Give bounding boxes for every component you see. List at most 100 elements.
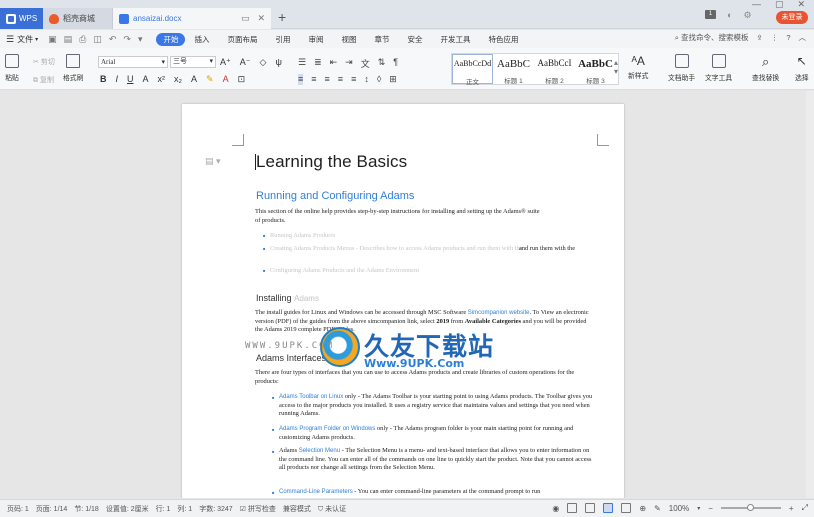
undo-icon[interactable]: ↶	[109, 34, 117, 45]
shrink-font-icon[interactable]: A⁻	[240, 57, 251, 68]
export-pdf-icon[interactable]: ▤	[64, 34, 73, 45]
find-replace-button[interactable]: ⌕ 查找替换	[752, 54, 779, 82]
monitor-icon[interactable]: ▭	[241, 13, 250, 24]
bullet-list-icon[interactable]: ☰	[298, 57, 306, 70]
align-center-icon[interactable]: ≡	[311, 74, 316, 85]
outline-view-icon[interactable]	[567, 503, 578, 513]
line-spacing-icon[interactable]: ↕	[364, 74, 369, 85]
subscript-icon[interactable]: x₂	[174, 74, 182, 85]
chevron-down-icon[interactable]: ▾	[697, 505, 700, 512]
text-effect-icon[interactable]: A	[191, 74, 197, 85]
collapse-ribbon-icon[interactable]: ︿	[799, 32, 807, 43]
font-name-select[interactable]: Arial ▾	[98, 56, 168, 68]
chinese-layout-icon[interactable]: 文	[361, 57, 370, 70]
style-heading-2[interactable]: AaBbCcI 标题 2	[534, 54, 575, 85]
tab-home[interactable]: 开始	[156, 32, 186, 46]
zoom-out-icon[interactable]: −	[708, 504, 713, 513]
select-button[interactable]: ↖ 选择	[795, 54, 809, 82]
numbered-list-icon[interactable]: ≣	[314, 57, 322, 70]
fit-icon[interactable]: ⤢	[802, 503, 808, 513]
new-style-button[interactable]: ᴬA 新样式	[628, 54, 648, 80]
sort-icon[interactable]: ⇅	[378, 57, 386, 70]
badge-icon[interactable]: 1	[705, 10, 716, 19]
toolbar-linux-link[interactable]: Adams Toolbar on Linux	[279, 394, 343, 400]
doc-assistant-button[interactable]: 文档助手	[668, 54, 695, 82]
zoom-slider[interactable]	[720, 504, 781, 511]
superscript-icon[interactable]: x²	[158, 74, 166, 85]
underline-icon[interactable]: U	[127, 74, 134, 85]
program-folder-link[interactable]: Adams Program Folder on Windows	[279, 426, 375, 432]
search-command[interactable]: ⌕ 查找命令、搜索模板	[675, 32, 749, 43]
more-icon[interactable]: ⋮	[771, 33, 779, 42]
tab-page-layout[interactable]: 页面布局	[218, 33, 266, 46]
simcompanion-link[interactable]: Simcompanion website	[468, 310, 530, 316]
distribute-icon[interactable]: ≡	[351, 74, 356, 85]
help-icon[interactable]: ?	[786, 33, 790, 42]
redo-icon[interactable]: ↷	[123, 34, 131, 45]
tab-document[interactable]: ansaizai.docx ▭ ✕	[113, 8, 271, 29]
dropdown-icon[interactable]: ▾	[138, 34, 143, 45]
tab-review[interactable]: 审阅	[299, 33, 332, 46]
pinyin-icon[interactable]: ψ	[275, 57, 281, 68]
tab-docer-store[interactable]: 稻壳商城	[43, 8, 113, 29]
justify-icon[interactable]: ≡	[338, 74, 343, 85]
command-line-link[interactable]: Command-Line Parameters	[279, 489, 353, 495]
grow-font-icon[interactable]: A⁺	[220, 57, 231, 68]
document-page[interactable]: ▤ ▾ Learning the Basics Running and Conf…	[182, 104, 624, 498]
tab-features[interactable]: 特色应用	[479, 33, 527, 46]
zoom-value[interactable]: 100%	[669, 504, 689, 513]
strikethrough-icon[interactable]: A	[143, 74, 149, 85]
italic-icon[interactable]: I	[116, 74, 119, 85]
paste-button[interactable]: 粘贴	[5, 54, 19, 82]
tab-security[interactable]: 安全	[398, 33, 431, 46]
print-icon[interactable]: ⎙	[79, 34, 86, 45]
zoom-in-icon[interactable]: +	[789, 504, 794, 513]
selection-menu-link[interactable]: Selection Menu	[299, 448, 340, 454]
font-color-icon[interactable]: A	[223, 74, 229, 85]
wps-home-tab[interactable]: WPS	[0, 8, 43, 29]
copy-button[interactable]: ⧉ 复制	[33, 75, 54, 85]
borders-icon[interactable]: ⊞	[389, 74, 397, 85]
style-heading-3[interactable]: AaBbC 标题 3	[575, 54, 616, 85]
minimize-icon[interactable]: —	[752, 0, 761, 9]
spell-check[interactable]: ☑ 拼写检查	[240, 504, 276, 514]
increase-indent-icon[interactable]: ⇥	[345, 57, 353, 70]
format-painter-button[interactable]: 格式刷	[63, 54, 83, 82]
clear-format-icon[interactable]: ◇	[260, 57, 267, 68]
shading-icon[interactable]: ◊	[377, 74, 381, 85]
tab-references[interactable]: 引用	[266, 33, 299, 46]
maximize-icon[interactable]: ▢	[775, 0, 784, 9]
pen-icon[interactable]: ✎	[654, 504, 661, 513]
cut-button[interactable]: ✂ 剪切	[33, 57, 55, 67]
new-tab-button[interactable]: +	[278, 9, 286, 25]
vertical-scrollbar[interactable]	[806, 91, 814, 498]
char-border-icon[interactable]: ⊡	[238, 74, 246, 85]
tab-chapter[interactable]: 章节	[365, 33, 398, 46]
paragraph-handle-icon[interactable]: ▤ ▾	[205, 156, 221, 167]
highlight-icon[interactable]: ✎	[206, 74, 214, 85]
login-button[interactable]: 未登录	[776, 11, 808, 24]
style-heading-1[interactable]: AaBbC 标题 1	[493, 54, 534, 85]
web-view-icon[interactable]: ⊕	[639, 504, 646, 513]
status-words[interactable]: 字数: 3247	[199, 504, 232, 514]
bold-icon[interactable]: B	[100, 74, 107, 85]
document-area[interactable]: ▤ ▾ Learning the Basics Running and Conf…	[0, 91, 814, 498]
zoom-knob[interactable]	[747, 504, 755, 511]
align-right-icon[interactable]: ≡	[325, 74, 330, 85]
full-screen-view-icon[interactable]	[585, 503, 596, 513]
eye-icon[interactable]: ◉	[552, 504, 559, 513]
close-window-icon[interactable]: ✕	[798, 0, 806, 9]
share-icon[interactable]: ⇪	[757, 33, 763, 42]
settings-icon[interactable]: ⚙	[743, 10, 751, 21]
text-tools-button[interactable]: 文字工具	[705, 54, 732, 82]
reading-view-icon[interactable]	[621, 503, 632, 513]
style-normal[interactable]: AaBbCcDd 正文	[452, 54, 493, 86]
status-pages[interactable]: 页面: 1/14	[36, 504, 68, 514]
show-marks-icon[interactable]: ¶	[393, 57, 398, 70]
page-view-icon[interactable]	[603, 503, 614, 513]
auth-status[interactable]: ⛉ 未认证	[318, 504, 346, 514]
file-menu[interactable]: ☰ 文件 ▾	[6, 34, 38, 45]
decrease-indent-icon[interactable]: ⇤	[330, 57, 338, 70]
skin-icon[interactable]: ◐	[727, 10, 732, 21]
tab-view[interactable]: 视图	[332, 33, 365, 46]
